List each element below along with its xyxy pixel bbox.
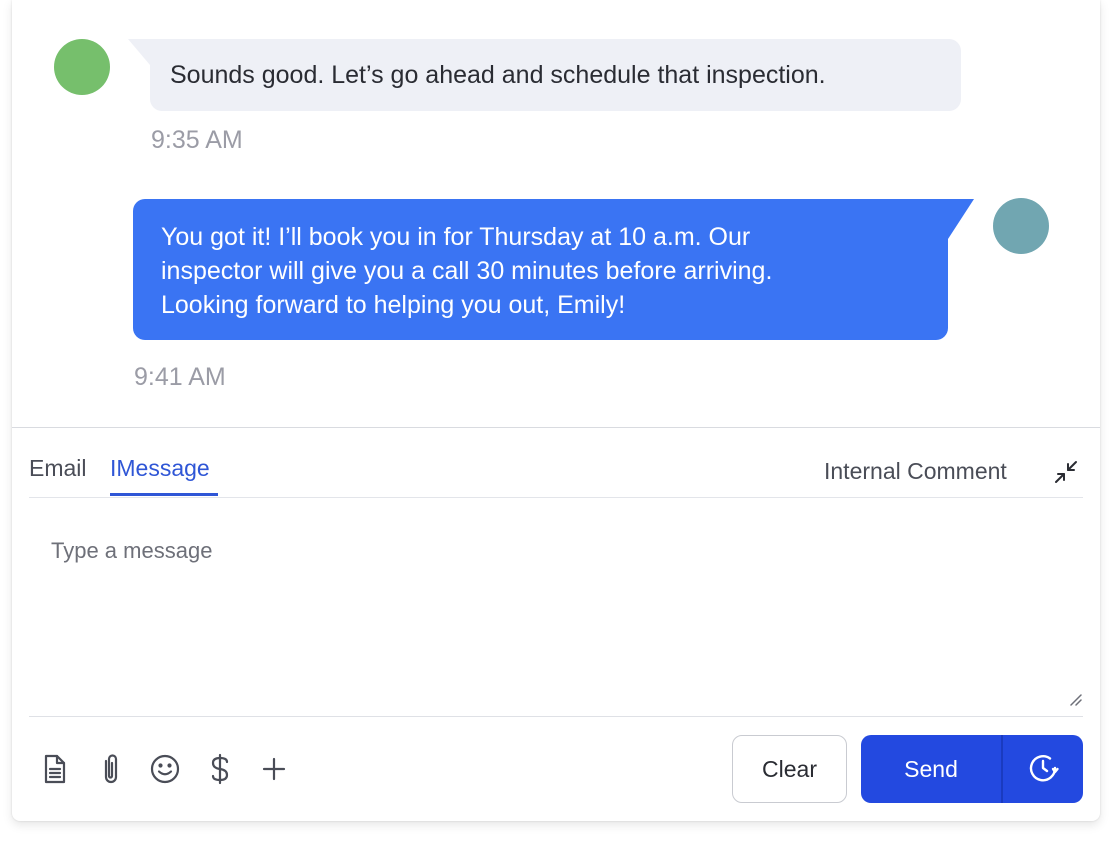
clear-button[interactable]: Clear — [732, 735, 847, 803]
schedule-send-button[interactable] — [1003, 735, 1083, 803]
contact-avatar — [54, 39, 110, 95]
dollar-icon[interactable] — [203, 752, 237, 786]
active-tab-indicator — [110, 493, 218, 496]
incoming-message-text: Sounds good. Let’s go ahead and schedule… — [170, 61, 826, 89]
document-icon[interactable] — [38, 752, 72, 786]
composer-divider — [12, 427, 1100, 428]
message-input[interactable] — [29, 515, 1083, 711]
send-button[interactable]: Send — [861, 735, 1001, 803]
outgoing-message-bubble: You got it! I’ll book you in for Thursda… — [133, 199, 974, 340]
tab-imessage[interactable]: IMessage — [110, 455, 210, 482]
outgoing-message-line: You got it! I’ll book you in for Thursda… — [161, 223, 751, 251]
agent-avatar — [993, 198, 1049, 254]
plus-icon[interactable] — [257, 752, 291, 786]
outgoing-message-line: inspector will give you a call 30 minute… — [161, 257, 773, 285]
tab-email[interactable]: Email — [29, 455, 87, 482]
incoming-message-bubble: Sounds good. Let’s go ahead and schedule… — [128, 39, 961, 111]
toolbar-rule — [29, 716, 1083, 717]
tab-internal-comment[interactable]: Internal Comment — [824, 458, 1007, 485]
outgoing-timestamp: 9:41 AM — [134, 363, 226, 391]
conversation-panel: Sounds good. Let’s go ahead and schedule… — [12, 0, 1100, 821]
outgoing-message-line: Looking forward to helping you out, Emil… — [161, 291, 626, 319]
collapse-icon[interactable] — [1052, 458, 1080, 486]
paperclip-icon[interactable] — [94, 752, 128, 786]
clock-icon — [1026, 751, 1060, 788]
incoming-timestamp: 9:35 AM — [151, 126, 243, 154]
tab-bar-rule — [29, 497, 1083, 498]
emoji-icon[interactable] — [148, 752, 182, 786]
resize-grip-icon[interactable] — [1068, 692, 1082, 706]
send-button-group: Send — [861, 735, 1083, 803]
